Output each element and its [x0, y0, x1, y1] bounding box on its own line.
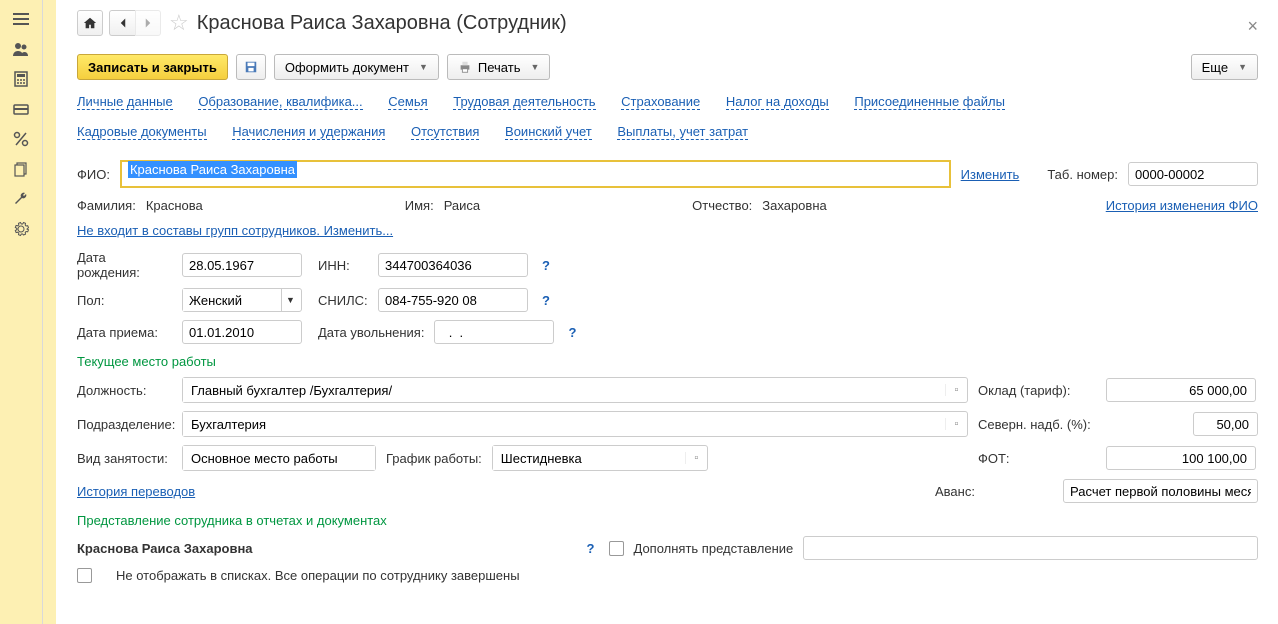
advance-input[interactable] — [1063, 479, 1258, 503]
tab-family[interactable]: Семья — [388, 94, 427, 110]
hide-label: Не отображать в списках. Все операции по… — [116, 568, 520, 583]
tab-labor[interactable]: Трудовая деятельность — [453, 94, 595, 110]
schedule-label: График работы: — [386, 451, 482, 466]
hire-date-label: Дата приема: — [77, 325, 172, 340]
tab-personal[interactable]: Личные данные — [77, 94, 173, 110]
supplement-label: Дополнять представление — [634, 541, 794, 556]
percent-icon[interactable] — [0, 124, 42, 154]
wrench-icon[interactable] — [0, 184, 42, 214]
north-label: Северн. надб. (%): — [978, 417, 1098, 432]
patronymic-value: Захаровна — [762, 198, 826, 213]
repr-section-title: Представление сотрудника в отчетах и док… — [77, 513, 1258, 528]
emp-type-input[interactable] — [182, 445, 376, 471]
supplement-input[interactable] — [803, 536, 1258, 560]
dob-input[interactable] — [182, 253, 302, 277]
left-sidebar — [0, 0, 43, 624]
picker-icon[interactable]: ▫ — [945, 418, 967, 430]
help-inn-icon[interactable]: ? — [538, 258, 554, 273]
tab-number-label: Таб. номер: — [1047, 167, 1118, 182]
fio-input[interactable]: Краснова Раиса Захаровна — [120, 160, 951, 188]
more-button[interactable]: Еще▼ — [1191, 54, 1258, 80]
picker-icon[interactable]: ▫ — [685, 452, 707, 464]
docs-icon[interactable] — [0, 154, 42, 184]
repr-name: Краснова Раиса Захаровна — [77, 541, 253, 556]
yellow-stripe — [43, 0, 57, 624]
tab-education[interactable]: Образование, квалифика... — [198, 94, 362, 110]
inn-input[interactable] — [378, 253, 528, 277]
issue-document-button[interactable]: Оформить документ▼ — [274, 54, 439, 80]
firstname-label: Имя: — [405, 198, 434, 213]
surname-label: Фамилия: — [77, 198, 136, 213]
help-fire-icon[interactable]: ? — [564, 325, 580, 340]
fot-input[interactable] — [1106, 446, 1256, 470]
help-repr-icon[interactable]: ? — [583, 541, 599, 556]
position-input[interactable]: ▫ — [182, 377, 968, 403]
fire-date-label: Дата увольнения: — [318, 325, 424, 340]
tab-hr-docs[interactable]: Кадровые документы — [77, 124, 207, 140]
print-button[interactable]: Печать▼ — [447, 54, 551, 80]
fot-label: ФОТ: — [978, 451, 1098, 466]
supplement-checkbox[interactable] — [609, 541, 624, 556]
help-snils-icon[interactable]: ? — [538, 293, 554, 308]
tab-absences[interactable]: Отсутствия — [411, 124, 479, 140]
transfers-history-link[interactable]: История переводов — [77, 484, 195, 499]
dept-input[interactable]: ▫ — [182, 411, 968, 437]
position-label: Должность: — [77, 383, 172, 398]
page-title: Краснова Раиса Захаровна (Сотрудник) — [197, 12, 567, 35]
chevron-down-icon[interactable]: ▼ — [281, 289, 299, 311]
fire-date-input[interactable] — [434, 320, 554, 344]
tab-payments[interactable]: Выплаты, учет затрат — [617, 124, 748, 140]
change-fio-link[interactable]: Изменить — [961, 167, 1020, 182]
tab-number-input[interactable] — [1128, 162, 1258, 186]
gear-icon[interactable] — [0, 214, 42, 244]
inn-label: ИНН: — [318, 258, 368, 273]
work-section-title: Текущее место работы — [77, 354, 1258, 369]
fio-history-link[interactable]: История изменения ФИО — [1106, 198, 1258, 213]
groups-link[interactable]: Не входит в составы групп сотрудников. И… — [77, 223, 393, 238]
calculator-icon[interactable] — [0, 64, 42, 94]
menu-icon[interactable] — [0, 4, 42, 34]
schedule-input[interactable]: ▫ — [492, 445, 708, 471]
tab-accruals[interactable]: Начисления и удержания — [232, 124, 385, 140]
salary-label: Оклад (тариф): — [978, 383, 1098, 398]
firstname-value: Раиса — [444, 198, 480, 213]
back-button[interactable] — [109, 10, 135, 36]
home-button[interactable] — [77, 10, 103, 36]
salary-input[interactable] — [1106, 378, 1256, 402]
people-icon[interactable] — [0, 34, 42, 64]
emp-type-label: Вид занятости: — [77, 451, 172, 466]
tabs-row-2: Кадровые документы Начисления и удержани… — [77, 124, 1258, 146]
snils-input[interactable] — [378, 288, 528, 312]
snils-label: СНИЛС: — [318, 293, 368, 308]
dept-label: Подразделение: — [77, 417, 172, 432]
save-button[interactable] — [236, 54, 266, 80]
hide-checkbox[interactable] — [77, 568, 92, 583]
main-content: × ☆ Краснова Раиса Захаровна (Сотрудник)… — [57, 0, 1278, 624]
sex-label: Пол: — [77, 293, 172, 308]
hire-date-input[interactable] — [182, 320, 302, 344]
sex-select[interactable]: ▼ — [182, 288, 302, 312]
close-icon[interactable]: × — [1247, 16, 1258, 37]
save-close-button[interactable]: Записать и закрыть — [77, 54, 228, 80]
fio-label: ФИО: — [77, 167, 110, 182]
tabs-row-1: Личные данные Образование, квалифика... … — [77, 94, 1258, 116]
tab-files[interactable]: Присоединенные файлы — [854, 94, 1005, 110]
tab-military[interactable]: Воинский учет — [505, 124, 592, 140]
dob-label: Дата рождения: — [77, 250, 172, 280]
north-input[interactable] — [1193, 412, 1258, 436]
advance-label: Аванс: — [935, 484, 1055, 499]
surname-value: Краснова — [146, 198, 203, 213]
picker-icon[interactable]: ▫ — [945, 384, 967, 396]
patronymic-label: Отчество: — [692, 198, 752, 213]
forward-button[interactable] — [135, 10, 161, 36]
tab-insurance[interactable]: Страхование — [621, 94, 700, 110]
favorite-star-icon[interactable]: ☆ — [169, 10, 189, 36]
card-icon[interactable] — [0, 94, 42, 124]
tab-tax[interactable]: Налог на доходы — [726, 94, 829, 110]
